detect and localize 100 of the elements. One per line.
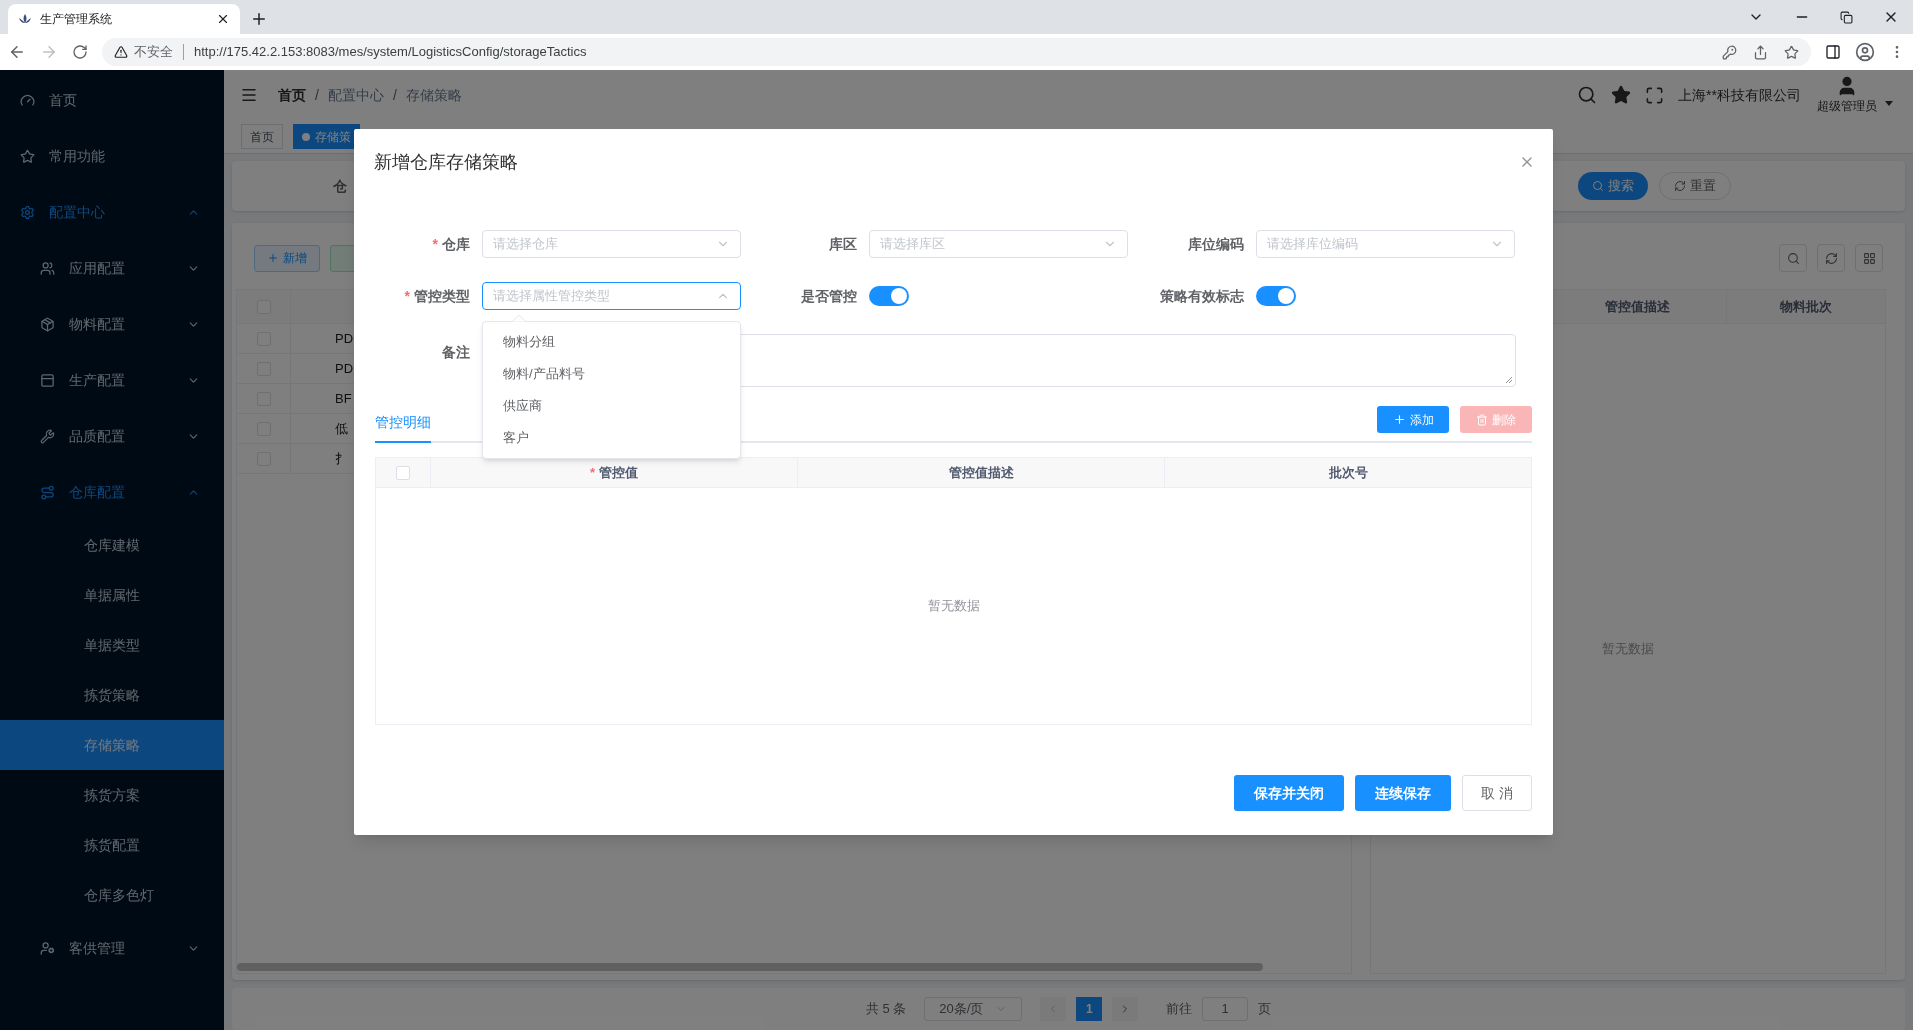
field-label: * 管控类型 (403, 286, 471, 306)
table-cell-text: 扌 (335, 449, 348, 468)
cancel-button[interactable]: 取 消 (1462, 775, 1532, 811)
fullscreen-icon[interactable] (1645, 85, 1665, 105)
reload-icon[interactable] (72, 44, 88, 60)
refresh-icon (1824, 251, 1838, 265)
add-button[interactable]: 新增 (254, 244, 320, 272)
refresh-icon (1674, 180, 1686, 192)
select-field[interactable]: 请选择库区 (869, 230, 1128, 258)
trash-icon (1476, 413, 1488, 426)
sidebar-item[interactable]: 物料配置 (0, 296, 224, 352)
warning-icon (114, 45, 128, 59)
tools-icon (40, 428, 55, 444)
dropdown-option[interactable]: 物料分组 (483, 326, 740, 358)
sidebar-item[interactable]: 客供管理 (0, 920, 224, 976)
field-label: 库区 (828, 234, 858, 254)
cube-icon (40, 316, 55, 332)
sidebar-item[interactable]: 品质配置 (0, 408, 224, 464)
sidebar-item[interactable]: 仓库配置 (0, 464, 224, 520)
sidebar-item[interactable]: 常用功能 (0, 128, 224, 184)
grid-icon (1862, 251, 1876, 265)
sidebar-item[interactable]: 单据类型 (0, 620, 224, 670)
user-name[interactable]: 超级管理员 (1817, 97, 1877, 115)
star-icon[interactable] (1611, 85, 1632, 105)
field-label: 仓 (333, 176, 347, 196)
sidebar-item[interactable]: 应用配置 (0, 240, 224, 296)
dropdown-option[interactable]: 客户 (483, 422, 740, 454)
panel-icon (40, 372, 55, 388)
sidebar-item[interactable]: 首页 (0, 72, 224, 128)
column-header: 管控值描述 (948, 463, 1014, 482)
menu-icon[interactable] (240, 86, 258, 104)
select-field[interactable]: 请选择仓库 (482, 230, 741, 258)
page-unit: 页 (1258, 1000, 1272, 1019)
sidebar-item[interactable]: 仓库建模 (0, 520, 224, 570)
new-tab-icon[interactable] (250, 10, 268, 28)
total-count: 共 5 条 (865, 1000, 907, 1019)
sidebar-item[interactable]: 拣货配置 (0, 820, 224, 870)
dropdown-option[interactable]: 供应商 (483, 390, 740, 422)
bookmark-star-icon[interactable] (1784, 44, 1799, 60)
back-icon[interactable] (8, 43, 26, 61)
side-panel-icon[interactable] (1825, 44, 1841, 60)
columns-button[interactable] (1855, 244, 1883, 272)
add-button[interactable]: 添加 (1377, 406, 1449, 433)
save-close-button[interactable]: 保存并关闭 (1234, 775, 1345, 811)
toggle-switch[interactable] (869, 286, 909, 306)
sidebar-item[interactable]: 存储策略 (0, 720, 224, 770)
sidebar-item[interactable]: 配置中心 (0, 184, 224, 240)
search-button[interactable]: 搜索 (1578, 172, 1648, 200)
page-button[interactable]: 1 (1076, 997, 1103, 1021)
user-settings-icon (40, 940, 55, 956)
checkbox[interactable] (396, 465, 410, 480)
sidebar-item[interactable]: 仓库多色灯 (0, 870, 224, 920)
refresh-button[interactable] (1817, 244, 1845, 272)
dropdown-option[interactable]: 物料/产品料号 (483, 358, 740, 390)
select-field[interactable]: 请选择库位编码 (1256, 230, 1515, 258)
page-input[interactable]: 1 (1202, 997, 1249, 1021)
column-header: 物料批次 (1780, 297, 1832, 316)
url-text: http://175.42.2.153:8083/mes/system/LogisticsConfig/storageTactics (194, 43, 588, 62)
select-field[interactable]: 请选择属性管控类型 (482, 282, 741, 310)
share-icon[interactable] (1753, 44, 1768, 60)
page-tag[interactable]: 首页 (241, 124, 283, 149)
search-button[interactable] (1779, 244, 1807, 272)
field-label: 策略有效标志 (1159, 286, 1245, 306)
page-size-select[interactable]: 20条/页 (924, 997, 1023, 1021)
company-name: 上海**科技有限公司 (1678, 85, 1801, 105)
tab-title: 生产管理系统 (40, 11, 113, 28)
toggle-switch[interactable] (1256, 286, 1296, 306)
restore-icon[interactable] (1840, 10, 1853, 24)
resize-handle-icon (1505, 376, 1513, 384)
field-label: * 仓库 (431, 234, 471, 254)
search-icon (1592, 180, 1604, 192)
address-bar[interactable]: 不安全 http://175.42.2.153:8083/mes/system/LogisticsConfig/storageTactics (102, 38, 1811, 66)
breadcrumb-item[interactable]: 配置中心 (327, 84, 384, 106)
reset-button[interactable]: 重置 (1659, 172, 1731, 200)
search-icon[interactable] (1577, 85, 1598, 105)
save-continue-button[interactable]: 连续保存 (1355, 775, 1452, 811)
column-header: 批次号 (1328, 463, 1368, 482)
table-cell-text: PD (335, 329, 354, 348)
profile-icon[interactable] (1855, 42, 1875, 62)
caret-icon[interactable] (1885, 100, 1893, 106)
table-cell-text: PD (335, 359, 354, 378)
column-header: 管控值描述 (1605, 297, 1670, 316)
dialog-title: 新增仓库存储策略 (374, 150, 518, 174)
breadcrumb-item: 存储策略 (405, 85, 462, 105)
close-icon[interactable] (216, 12, 230, 26)
sidebar-item[interactable]: 拣货方案 (0, 770, 224, 820)
plus-icon (267, 252, 279, 264)
browser-tab[interactable]: 生产管理系统 (8, 4, 240, 34)
field-label: 是否管控 (800, 286, 858, 306)
settings-icon (20, 204, 35, 220)
star-icon (20, 148, 35, 164)
empty-text: 暂无数据 (927, 597, 980, 616)
tab[interactable]: 管控明细 (375, 403, 431, 443)
key-icon[interactable] (1722, 44, 1737, 60)
search-icon (1786, 251, 1800, 265)
breadcrumb-item[interactable]: 首页 (278, 84, 306, 106)
sidebar-item[interactable]: 拣货策略 (0, 670, 224, 720)
sidebar-item[interactable]: 生产配置 (0, 352, 224, 408)
page-tag[interactable]: 存储策 (293, 124, 360, 149)
sidebar-item[interactable]: 单据属性 (0, 570, 224, 620)
